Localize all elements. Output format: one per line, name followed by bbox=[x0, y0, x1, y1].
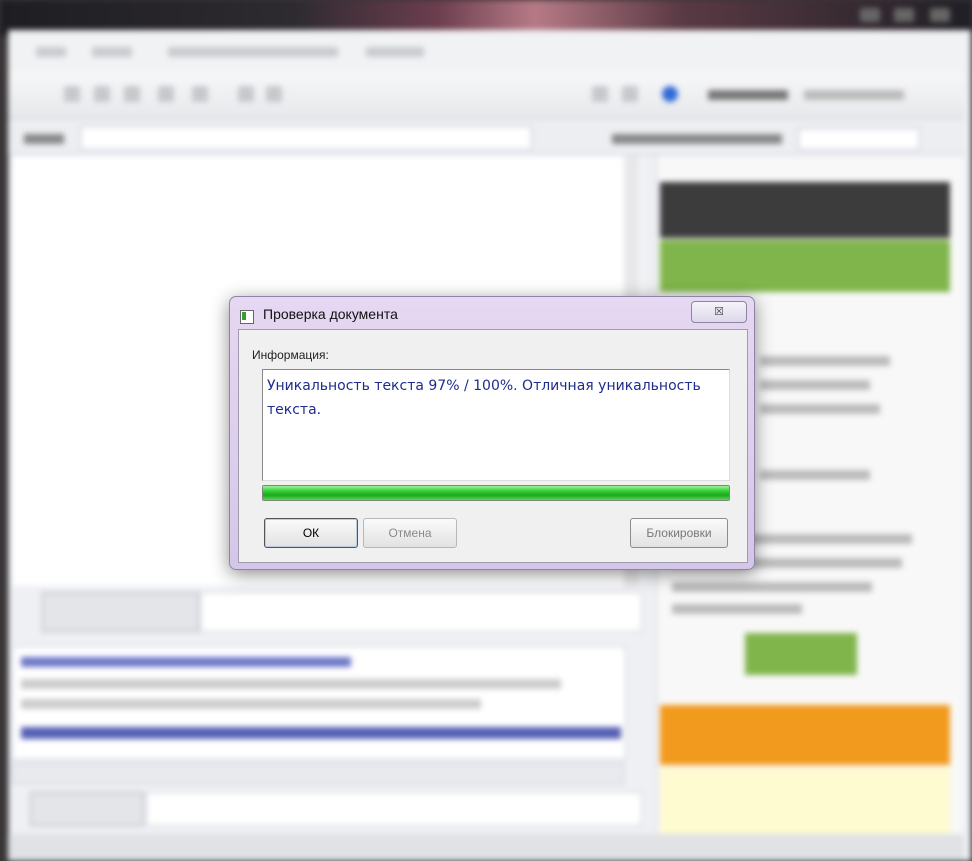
log-filter-combo bbox=[12, 762, 624, 784]
address-field bbox=[80, 126, 532, 150]
toolbar-icon bbox=[94, 86, 110, 102]
toolbar-icon bbox=[266, 86, 282, 102]
app-icon bbox=[240, 310, 254, 324]
close-icon: ☒ bbox=[714, 306, 724, 318]
toolbar-label bbox=[708, 90, 788, 100]
sidebar-orange-banner bbox=[660, 705, 950, 765]
text-lines bbox=[26, 166, 586, 168]
sidebar-yellow-banner bbox=[660, 768, 950, 834]
progress-fill bbox=[263, 486, 729, 500]
cancel-button[interactable]: Отмена bbox=[363, 518, 457, 548]
check-document-dialog: Проверка документа ☒ Информация: Уникаль… bbox=[229, 296, 755, 570]
log-line bbox=[21, 657, 351, 667]
toolbar bbox=[8, 72, 964, 119]
sidebar-text bbox=[760, 404, 880, 414]
locks-button[interactable]: Блокировки bbox=[630, 518, 728, 548]
status-bar bbox=[8, 834, 964, 861]
sidebar-banner-green bbox=[660, 240, 950, 292]
close-icon bbox=[930, 8, 950, 22]
log-panel bbox=[12, 646, 626, 760]
globe-icon bbox=[662, 86, 678, 102]
address-label bbox=[24, 134, 64, 144]
log-line bbox=[21, 679, 561, 689]
toolbar-icon bbox=[592, 86, 608, 102]
journal-strip bbox=[146, 792, 642, 826]
log-line bbox=[21, 727, 621, 739]
toolbar-value bbox=[804, 90, 904, 100]
sidebar-green-button bbox=[745, 633, 857, 675]
address-option-field bbox=[798, 128, 920, 150]
info-label: Информация: bbox=[252, 348, 329, 362]
menu-item bbox=[168, 47, 338, 57]
toolbar-icon bbox=[238, 86, 254, 102]
sidebar-text bbox=[672, 604, 802, 614]
toolbar-icon bbox=[158, 86, 174, 102]
menu-item bbox=[36, 47, 66, 57]
info-text: Уникальность текста 97% / 100%. Отличная… bbox=[267, 378, 701, 418]
ok-button[interactable]: ОК bbox=[264, 518, 358, 548]
sidebar-banner-dark bbox=[660, 182, 950, 238]
toolbar-icon bbox=[64, 86, 80, 102]
maximize-icon bbox=[894, 8, 914, 22]
toolbar-icon bbox=[124, 86, 140, 102]
toolbar-icon bbox=[192, 86, 208, 102]
sidebar-text bbox=[672, 582, 872, 592]
info-textbox[interactable]: Уникальность текста 97% / 100%. Отличная… bbox=[262, 369, 730, 481]
log-line bbox=[21, 699, 481, 709]
progress-bar bbox=[262, 485, 730, 501]
sidebar-text bbox=[760, 470, 870, 480]
menu-item bbox=[366, 47, 424, 57]
address-option-label bbox=[612, 134, 782, 144]
menu-item bbox=[92, 47, 132, 57]
dialog-title: Проверка документа bbox=[263, 306, 398, 322]
journal-button bbox=[30, 792, 144, 826]
sidebar-text bbox=[760, 380, 870, 390]
minimize-icon bbox=[860, 8, 880, 22]
sidebar-text bbox=[760, 356, 890, 366]
text-editor-button bbox=[42, 592, 199, 632]
text-editor-strip bbox=[200, 592, 642, 632]
menu-bar bbox=[8, 36, 964, 72]
toolbar-icon bbox=[622, 86, 638, 102]
dialog-close-button[interactable]: ☒ bbox=[691, 301, 747, 323]
